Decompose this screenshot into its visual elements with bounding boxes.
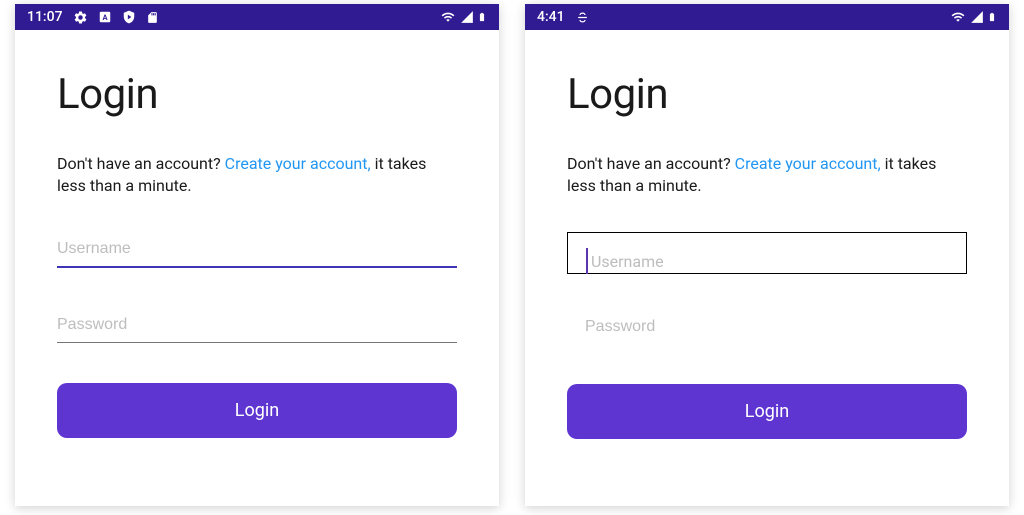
page-title: Login [57,70,457,119]
create-account-link[interactable]: Create your account, [225,154,371,173]
status-time: 11:07 [27,9,63,25]
status-right [949,9,997,25]
subtitle-pre: Don't have an account? [57,154,225,173]
cellular-icon [969,10,985,24]
wifi-icon [949,10,967,24]
create-account-link[interactable]: Create your account, [735,154,881,173]
settings-icon [73,10,88,25]
login-button[interactable]: Login [567,384,967,439]
page-title: Login [567,70,967,119]
status-left: 11:07 A [27,9,159,25]
username-input-wrap[interactable]: Username [567,232,967,274]
wifi-icon [439,10,457,24]
phone-ios: 4:41 Login Don't have an account? Create… [525,4,1009,506]
subtitle-pre: Don't have an account? [567,154,735,173]
status-left: 4:41 [537,9,590,25]
login-form: Login Don't have an account? Create your… [15,30,499,468]
username-input[interactable] [567,232,967,274]
cellular-icon [459,10,475,24]
strike-s-icon [575,10,590,25]
sd-card-icon [146,10,159,25]
subtitle-text: Don't have an account? Create your accou… [57,153,457,198]
subtitle-text: Don't have an account? Create your accou… [567,153,967,198]
keyboard-icon: A [98,10,112,24]
text-cursor [586,248,588,274]
username-input[interactable] [57,232,457,268]
status-right [439,9,487,25]
status-bar: 11:07 A [15,4,499,30]
status-time: 4:41 [537,9,565,25]
battery-icon [987,9,997,25]
phone-android: 11:07 A Login [15,4,499,506]
login-button[interactable]: Login [57,383,457,438]
password-input[interactable] [567,310,967,344]
battery-icon [477,9,487,25]
password-input[interactable] [57,308,457,343]
login-form: Login Don't have an account? Create your… [525,30,1009,469]
play-protect-icon [122,10,136,24]
status-bar: 4:41 [525,4,1009,30]
